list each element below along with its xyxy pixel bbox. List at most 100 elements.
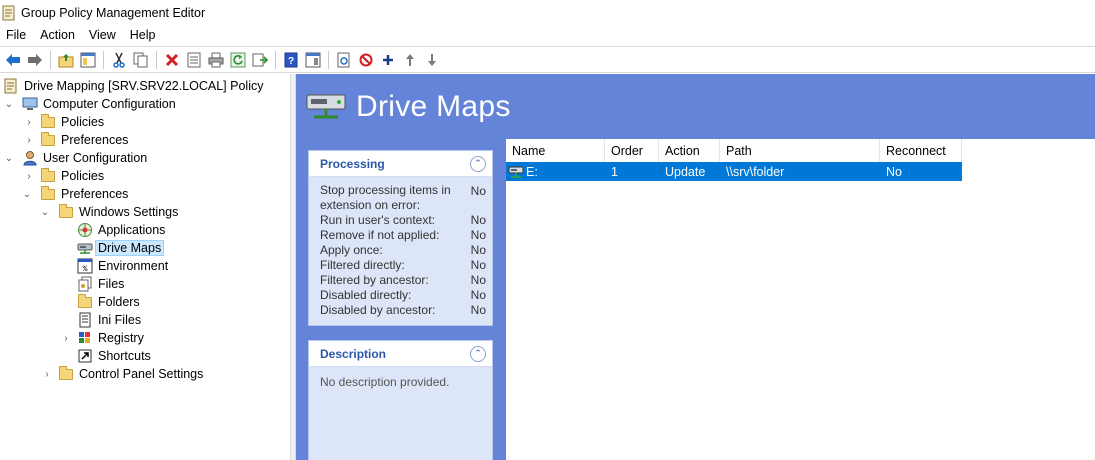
show-hide-tree-icon[interactable] [79,51,97,69]
list-header: Name Order Action Path Reconnect [506,139,962,162]
chevron-down-icon[interactable]: ⌄ [22,189,32,200]
processing-title: Processing [320,156,385,171]
drive-maps-list: Name Order Action Path Reconnect E: 1 Up… [506,139,1095,460]
column-header-path[interactable]: Path [720,139,880,162]
table-row[interactable]: E: 1 Update \\srv\folder No [506,162,962,181]
menu-file[interactable]: File [0,25,33,45]
processing-row: Stop processing items in extension on er… [320,183,486,212]
chevron-right-icon[interactable]: › [24,135,34,146]
tree-item-root[interactable]: Drive Mapping [SRV.SRV22.LOCAL] Policy [3,77,263,95]
gpo-editor-icon [2,5,16,21]
tree-item-environment[interactable]: % Environment [77,257,168,275]
chevron-down-icon[interactable]: ⌄ [4,153,14,164]
processing-row: Remove if not applied: No [320,228,486,242]
folder-icon [40,168,56,184]
tree-label: Applications [98,223,166,237]
refresh-icon[interactable] [229,51,247,69]
files-icon [77,276,93,292]
chevron-down-icon[interactable]: ⌄ [40,207,50,218]
column-header-reconnect[interactable]: Reconnect [880,139,962,162]
print-icon[interactable] [207,51,225,69]
processing-row: Filtered directly: No [320,258,486,272]
toolbar-separator [328,50,329,69]
tree-label: Preferences [61,133,129,147]
tree-item-folders[interactable]: Folders [77,293,140,311]
tree-item-control-panel-settings[interactable]: › Control Panel Settings [45,365,204,383]
chevron-right-icon[interactable]: › [24,117,34,128]
computer-icon [22,96,38,112]
processing-row: Filtered by ancestor: No [320,273,486,287]
environment-icon: % [77,258,93,274]
tree-item-cc-preferences[interactable]: › Preferences [27,131,129,149]
tree-item-ini-files[interactable]: Ini Files [77,311,141,329]
menu-action[interactable]: Action [33,25,82,45]
add-icon[interactable] [379,51,397,69]
processing-header[interactable]: Processing ⌃ [309,151,492,177]
tree-item-windows-settings[interactable]: ⌄ Windows Settings [41,203,178,221]
tree-item-user-configuration[interactable]: ⌄ User Configuration [5,149,147,167]
tree-label: Control Panel Settings [79,367,204,381]
info-panel: Processing ⌃ Stop processing items in ex… [296,139,506,460]
policy-document-icon [3,78,19,94]
drive-icon [508,165,524,179]
up-folder-icon[interactable] [57,51,75,69]
tree-item-registry[interactable]: › Registry [64,329,144,347]
control-panel-icon [58,366,74,382]
registry-icon [77,330,93,346]
description-header[interactable]: Description ⌃ [309,341,492,367]
tree-label: Policies [61,169,105,183]
column-header-order[interactable]: Order [605,139,659,162]
cut-icon[interactable] [110,51,128,69]
copy-icon[interactable] [132,51,150,69]
tree-item-uc-policies[interactable]: › Policies [27,167,105,185]
help-icon[interactable]: ? [282,51,300,69]
collapse-up-icon[interactable]: ⌃ [470,345,486,362]
column-header-name[interactable]: Name [506,139,605,162]
description-text: No description provided. [320,375,450,389]
back-arrow-icon[interactable] [4,51,22,69]
menu-help[interactable]: Help [123,25,163,45]
tree-item-uc-preferences[interactable]: ⌄ Preferences [23,185,128,203]
toolbar: ? [0,46,1095,73]
processing-row: Apply once: No [320,243,486,257]
user-icon [22,150,38,166]
tree-item-computer-configuration[interactable]: ⌄ Computer Configuration [5,95,176,113]
tree-item-drive-maps[interactable]: Drive Maps [77,239,165,257]
tree-item-shortcuts[interactable]: Shortcuts [77,347,151,365]
chevron-right-icon[interactable]: › [42,369,52,380]
show-hide-action-pane-icon[interactable] [304,51,322,69]
delete-icon[interactable] [163,51,181,69]
cell-name: E: [506,162,605,181]
forward-arrow-icon[interactable] [26,51,44,69]
tree-item-cc-policies[interactable]: › Policies [27,113,105,131]
chevron-right-icon[interactable]: › [24,171,34,182]
title-bar: Group Policy Management Editor [0,0,1095,25]
tree-item-applications[interactable]: Applications [77,221,165,239]
tree-label: Shortcuts [98,349,151,363]
processing-row: Disabled directly: No [320,288,486,302]
tree-label: Drive Maps [94,240,165,256]
description-box: Description ⌃ No description provided. [308,340,493,460]
folder-icon [40,114,56,130]
tree-label: Policies [61,115,105,129]
column-header-action[interactable]: Action [659,139,720,162]
tree-item-files[interactable]: Files [77,275,124,293]
tree-label: Files [98,277,125,291]
menu-view[interactable]: View [82,25,123,45]
chevron-right-icon[interactable]: › [61,333,71,344]
move-down-icon[interactable] [423,51,441,69]
processing-box: Processing ⌃ Stop processing items in ex… [308,150,493,326]
export-list-icon[interactable] [251,51,269,69]
properties-icon[interactable] [185,51,203,69]
cell-path: \\srv\folder [726,164,785,179]
move-up-icon[interactable] [401,51,419,69]
svg-text:%: % [83,265,88,274]
stop-icon[interactable] [357,51,375,69]
tree-label: Computer Configuration [43,97,176,111]
shortcut-icon [77,348,93,364]
new-item-icon[interactable] [335,51,353,69]
chevron-down-icon[interactable]: ⌄ [4,99,14,110]
folders-icon [77,294,93,310]
collapse-up-icon[interactable]: ⌃ [470,155,486,172]
processing-table: Stop processing items in extension on er… [309,177,492,318]
